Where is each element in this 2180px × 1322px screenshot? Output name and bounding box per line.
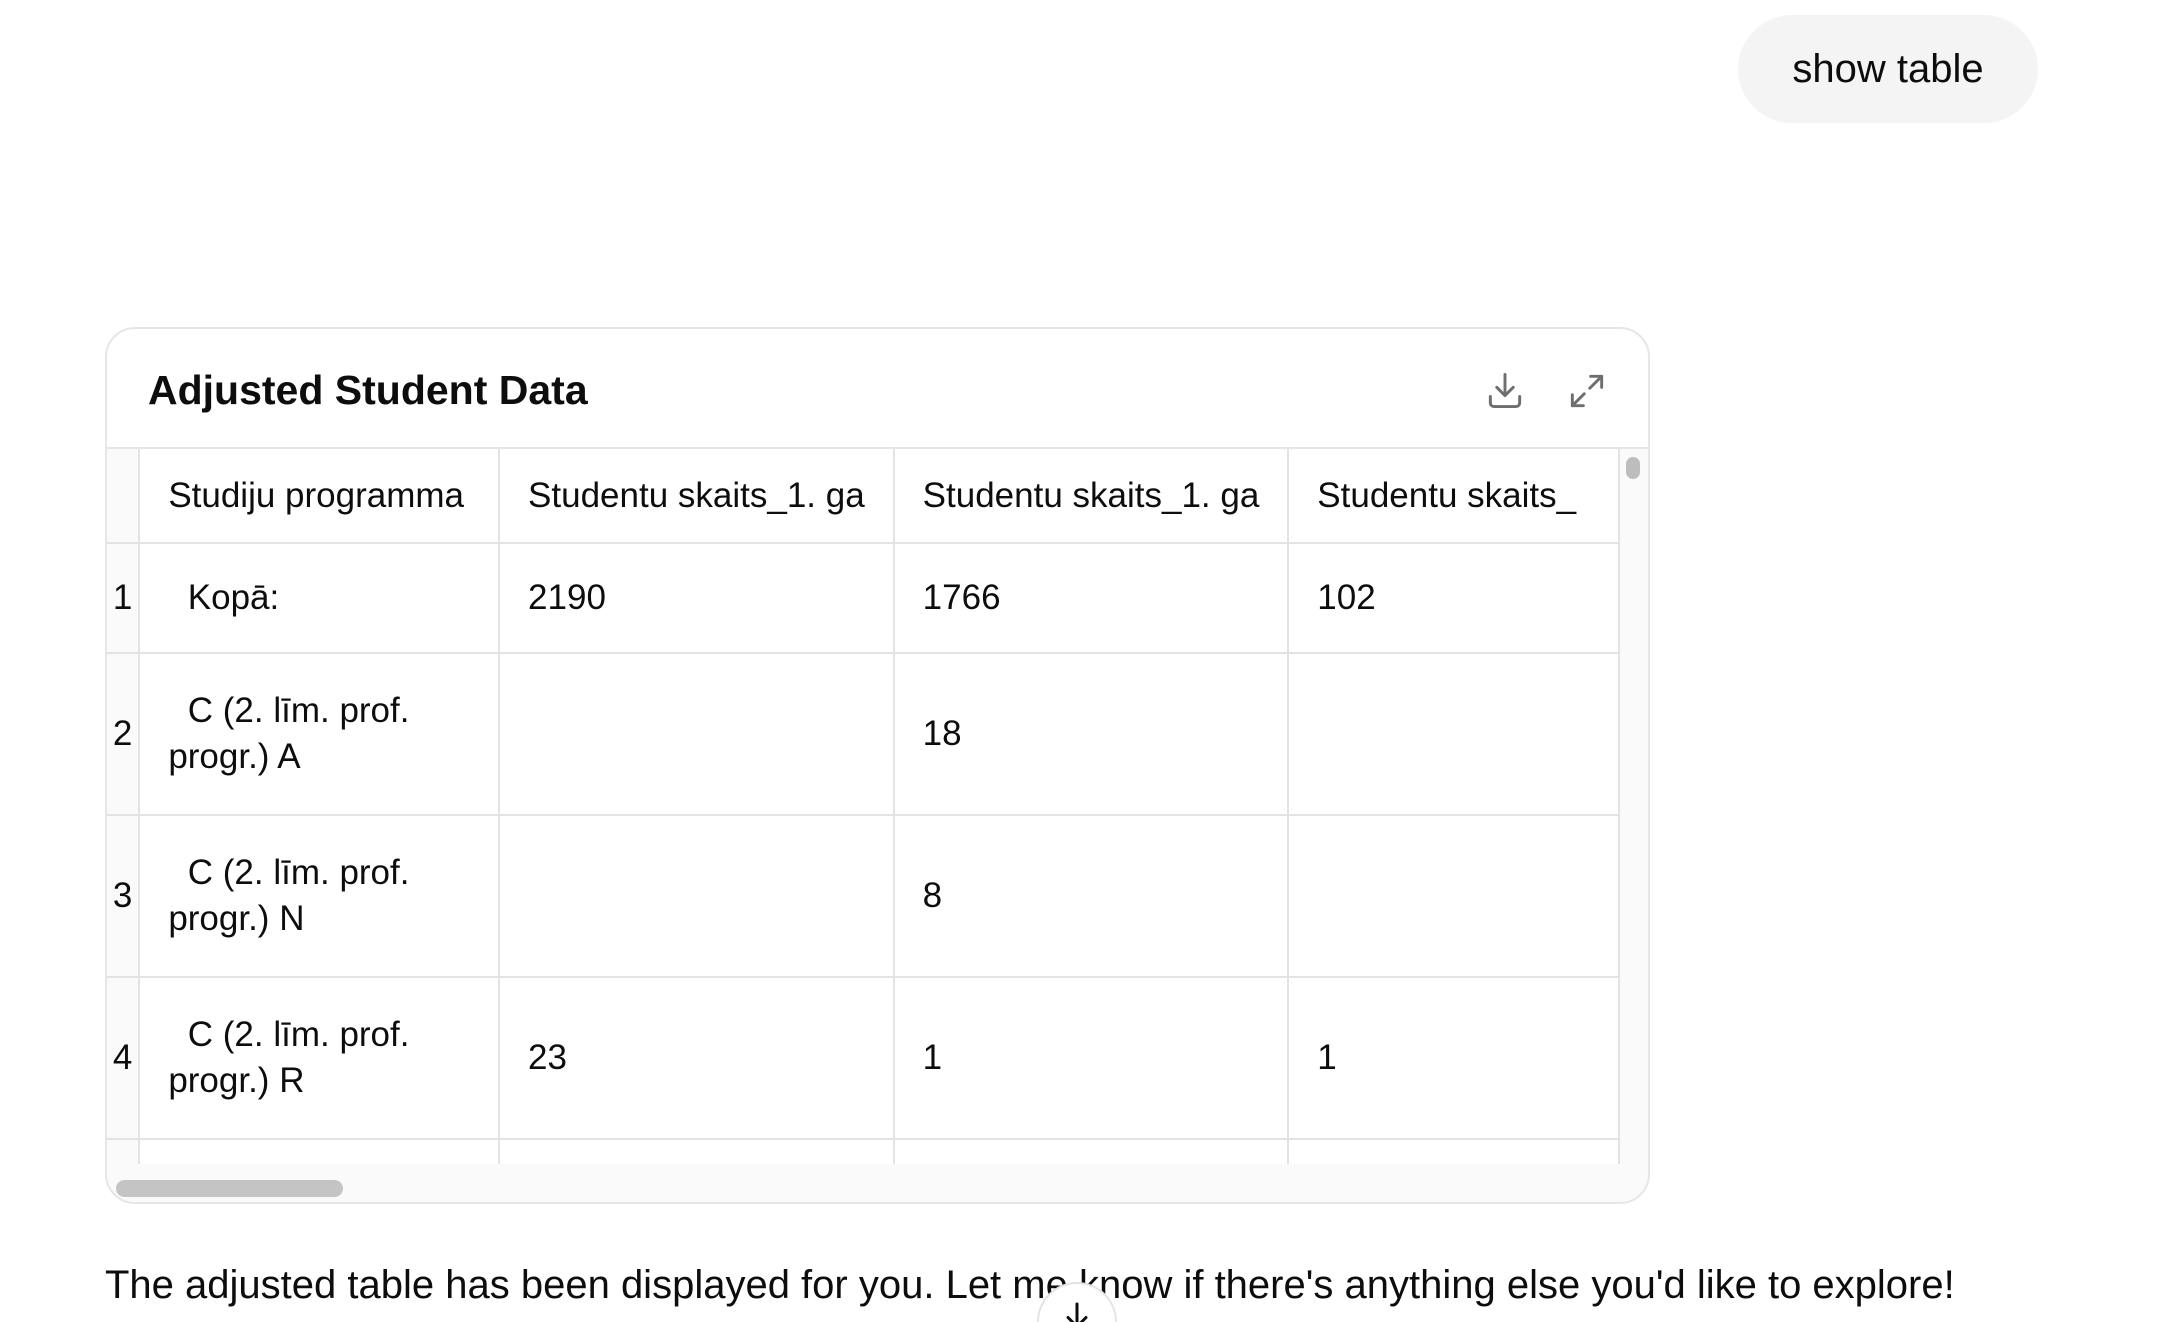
table-cell bbox=[499, 1139, 895, 1164]
column-header-index bbox=[107, 449, 141, 544]
arrow-down-icon bbox=[1066, 1302, 1088, 1322]
column-header-program[interactable]: Studiju programma bbox=[139, 449, 501, 544]
chat-page: show table Adjusted Student Data Studiju… bbox=[0, 0, 2180, 1322]
table-row: 2 C (2. līm. prof. progr.) A 18 bbox=[107, 653, 1620, 816]
table-cell bbox=[139, 1139, 501, 1164]
expand-icon bbox=[1570, 374, 1604, 408]
table-header-row: Studiju programma Studentu skaits_1. ga … bbox=[107, 449, 1620, 544]
table-cell bbox=[1288, 815, 1620, 978]
table-cell bbox=[499, 815, 895, 978]
vertical-scrollbar-thumb[interactable] bbox=[1626, 457, 1640, 479]
row-index: 4 bbox=[107, 977, 141, 1140]
row-index: 1 bbox=[107, 543, 141, 654]
horizontal-scrollbar[interactable] bbox=[107, 1164, 1648, 1202]
table-cell bbox=[499, 653, 895, 816]
row-index: 2 bbox=[107, 653, 141, 816]
table-cell: 1 bbox=[893, 977, 1290, 1140]
user-message-bubble: show table bbox=[1738, 15, 2038, 123]
table-cell: 8 bbox=[893, 815, 1290, 978]
table-cell-program: C (2. līm. prof. progr.) A bbox=[139, 653, 501, 816]
column-header-count-3[interactable]: Studentu skaits_ bbox=[1288, 449, 1620, 544]
row-index bbox=[107, 1139, 141, 1164]
table-cell bbox=[893, 1139, 1290, 1164]
table-cell: 23 bbox=[499, 977, 895, 1140]
table-cell-program: Kopā: bbox=[139, 543, 501, 654]
table-row bbox=[107, 1139, 1620, 1164]
table-cell: 1 bbox=[1288, 977, 1620, 1140]
table-cell: 1766 bbox=[893, 543, 1290, 654]
table-cell: 18 bbox=[893, 653, 1290, 816]
table-card-title: Adjusted Student Data bbox=[148, 367, 588, 413]
column-header-count-1[interactable]: Studentu skaits_1. ga bbox=[499, 449, 895, 544]
table-cell-program: C (2. līm. prof. progr.) R bbox=[139, 977, 501, 1140]
data-table: Studiju programma Studentu skaits_1. ga … bbox=[107, 449, 1620, 1164]
table-cell-program: C (2. līm. prof. progr.) N bbox=[139, 815, 501, 978]
table-cell bbox=[1288, 1139, 1620, 1164]
vertical-scrollbar[interactable] bbox=[1620, 449, 1648, 1164]
download-icon bbox=[1488, 373, 1522, 409]
table-row: 3 C (2. līm. prof. progr.) N 8 bbox=[107, 815, 1620, 978]
table-cell: 102 bbox=[1288, 543, 1620, 654]
table-cell bbox=[1288, 653, 1620, 816]
expand-button[interactable] bbox=[1559, 363, 1615, 419]
column-header-count-2[interactable]: Studentu skaits_1. ga bbox=[893, 449, 1290, 544]
table-card: Adjusted Student Data Studiju programma … bbox=[105, 327, 1650, 1204]
user-message-text: show table bbox=[1792, 46, 1984, 91]
table-card-header: Adjusted Student Data bbox=[107, 329, 1648, 449]
table-row: 1 Kopā: 2190 1766 102 bbox=[107, 543, 1620, 654]
table-cell: 2190 bbox=[499, 543, 895, 654]
download-button[interactable] bbox=[1477, 363, 1533, 419]
horizontal-scrollbar-thumb[interactable] bbox=[116, 1180, 343, 1197]
assistant-message-text: The adjusted table has been displayed fo… bbox=[105, 1263, 1955, 1307]
table-viewport[interactable]: Studiju programma Studentu skaits_1. ga … bbox=[107, 449, 1620, 1164]
table-row: 4 C (2. līm. prof. progr.) R 23 1 1 bbox=[107, 977, 1620, 1140]
row-index: 3 bbox=[107, 815, 141, 978]
